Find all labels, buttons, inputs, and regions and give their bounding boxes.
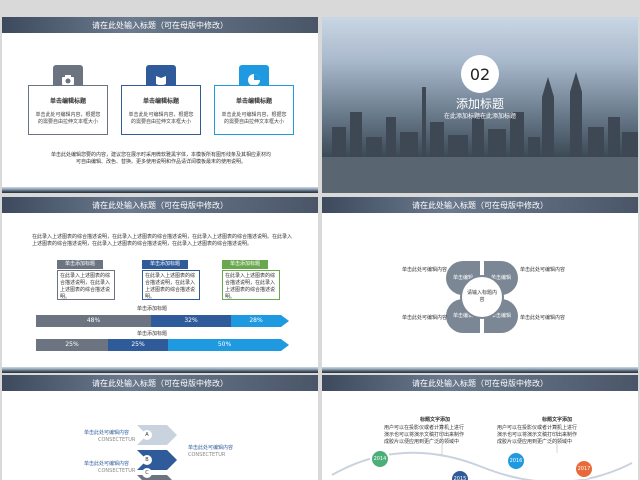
letter-a: A — [142, 430, 152, 440]
section-subtitle: 在此添加标题在此添加标题 — [443, 113, 516, 120]
info-box-1[interactable]: 在此录入上述图表的综合描述说明，在此录入上述图表的综合描述说明。 — [57, 270, 115, 300]
feature-card-3[interactable]: 单击编辑标题 单击此处可编辑内容，根据您的需要自由拉伸文本框大小 — [214, 85, 294, 135]
right-item-1: 单击此处可编辑内容 — [188, 445, 234, 451]
bar2-segment-1: 25% — [36, 339, 108, 351]
petal-label-1: 单击此处可编辑内容 — [402, 267, 448, 273]
intro-text: 在此录入上述图表的综合描述说明，在此录入上述图表的综合描述说明，在此录入上述图表… — [32, 234, 293, 247]
center-title: 请输入标题内容 — [466, 290, 497, 303]
slide-3[interactable]: 请在此处输入标题（可在母版中修改） 在此录入上述图表的综合描述说明，在此录入上述… — [2, 197, 318, 373]
section-number-circle: 02 — [461, 55, 499, 93]
slide-header-title: 请在此处输入标题（可在母版中修改） — [92, 379, 228, 388]
petal-label-2: 单击此处可编辑内容 — [520, 267, 566, 273]
center-circle: 请输入标题内容 — [460, 275, 504, 319]
year-2014[interactable]: 2014 — [370, 449, 390, 469]
slide-6[interactable]: 请在此处输入标题（可在母版中修改） 标题文字添加 用户可以在投影仪或者计算机上进… — [322, 375, 638, 480]
info-box-text: 在此录入上述图表的综合描述说明，在此录入上述图表的综合描述说明。 — [60, 273, 111, 300]
bar1-arrow-tip — [281, 315, 289, 327]
year-2017[interactable]: 2017 — [574, 459, 594, 479]
feature-card-1[interactable]: 单击编辑标题 单击此处可编辑内容，根据您的需要自由拉伸文本框大小 — [28, 85, 108, 135]
slide-header-title: 请在此处输入标题（可在母版中修改） — [92, 21, 228, 30]
slide-footer-text: 单击此处编辑您要的内容，建议您在展示时采用微软雅黑字体，本模板所有图形线条及其相… — [50, 152, 271, 165]
bottom-city-strip — [2, 187, 318, 193]
box-tag-2: 单击添加标题 — [142, 260, 188, 269]
slide-1[interactable]: 请在此处输入标题（可在母版中修改） 单击编辑标题 单击此处可编辑内容，根据您的需… — [2, 17, 318, 193]
timeline-title-2: 标题文字添加 — [542, 417, 573, 423]
bar1-segment-3: 28% — [231, 315, 281, 327]
slide-2[interactable]: 02 添加标题 在此添加标题在此添加标题 — [322, 17, 638, 193]
left-item-2: 单击此处可编辑内容 — [84, 461, 130, 467]
slide-header: 请在此处输入标题（可在母版中修改） — [2, 17, 318, 33]
card-title: 单击编辑标题 — [49, 98, 86, 105]
bar1-label: 单击添加标题 — [136, 306, 167, 312]
section-number: 02 — [469, 64, 491, 84]
right-item-1-sub: CONSECTETUR — [188, 452, 226, 458]
section-title: 添加标题 — [455, 97, 504, 111]
box-tag-1: 单击添加标题 — [57, 260, 103, 269]
bar2-segment-3: 50% — [168, 339, 281, 351]
bottom-city-strip — [2, 367, 318, 373]
box-tag-3: 单击添加标题 — [222, 260, 268, 269]
left-item-1: 单击此处可编辑内容 — [84, 430, 130, 436]
timeline-text-1: 用户可以在投影仪或者计算机上进行演示也可以将演示文稿打印出来制作成胶片以便应用到… — [384, 425, 465, 445]
timeline-title-1: 标题文字添加 — [420, 417, 451, 423]
bar1-segment-1: 48% — [36, 315, 151, 327]
left-item-2-sub: CONSECTETUR — [98, 468, 136, 474]
info-box-text: 在此录入上述图表的综合描述说明，在此录入上述图表的综合描述说明。 — [225, 273, 276, 300]
bottom-city-strip — [322, 367, 638, 373]
slide-header: 请在此处输入标题（可在母版中修改） — [2, 197, 318, 213]
info-box-3[interactable]: 在此录入上述图表的综合描述说明，在此录入上述图表的综合描述说明。 — [222, 270, 280, 300]
slide-header-title: 请在此处输入标题（可在母版中修改） — [92, 201, 228, 210]
timeline-text-2: 用户可以在投影仪或者计算机上进行演示也可以将演示文稿打印出来制作成胶片以便应用到… — [497, 425, 578, 445]
letter-c: C — [142, 468, 152, 478]
letter-b: B — [142, 455, 152, 465]
info-box-text: 在此录入上述图表的综合描述说明，在此录入上述图表的综合描述说明。 — [145, 273, 196, 300]
card-title: 单击编辑标题 — [235, 98, 272, 105]
year-2016[interactable]: 2016 — [506, 451, 526, 471]
slide-header: 请在此处输入标题（可在母版中修改） — [322, 197, 638, 213]
card-desc: 单击此处可编辑内容，根据您的需要自由拉伸文本框大小 — [128, 112, 194, 125]
bar2-segment-2: 25% — [108, 339, 168, 351]
card-desc: 单击此处可编辑内容，根据您的需要自由拉伸文本框大小 — [35, 112, 101, 125]
petal-label-3: 单击此处可编辑内容 — [402, 315, 448, 321]
info-box-2[interactable]: 在此录入上述图表的综合描述说明，在此录入上述图表的综合描述说明。 — [142, 270, 200, 300]
bar2-arrow-tip — [281, 339, 289, 351]
left-item-1-sub: CONSECTETUR — [98, 437, 136, 443]
bar1-segment-2: 32% — [151, 315, 231, 327]
slide-5[interactable]: 请在此处输入标题（可在母版中修改） A B C 单击此处可编辑内容 CONSEC… — [2, 375, 318, 480]
slide-header: 请在此处输入标题（可在母版中修改） — [2, 375, 318, 391]
slide-header-title: 请在此处输入标题（可在母版中修改） — [412, 201, 548, 210]
card-desc: 单击此处可编辑内容，根据您的需要自由拉伸文本框大小 — [221, 112, 287, 125]
petal-label-4: 单击此处可编辑内容 — [520, 315, 566, 321]
slide-4[interactable]: 请在此处输入标题（可在母版中修改） 单击编辑 单击编辑 单击编辑 单击编辑 请输… — [322, 197, 638, 373]
card-title: 单击编辑标题 — [142, 98, 179, 105]
bar2-label: 单击添加标题 — [136, 331, 167, 337]
chevron-stack — [137, 425, 177, 480]
feature-card-2[interactable]: 单击编辑标题 单击此处可编辑内容，根据您的需要自由拉伸文本框大小 — [121, 85, 201, 135]
